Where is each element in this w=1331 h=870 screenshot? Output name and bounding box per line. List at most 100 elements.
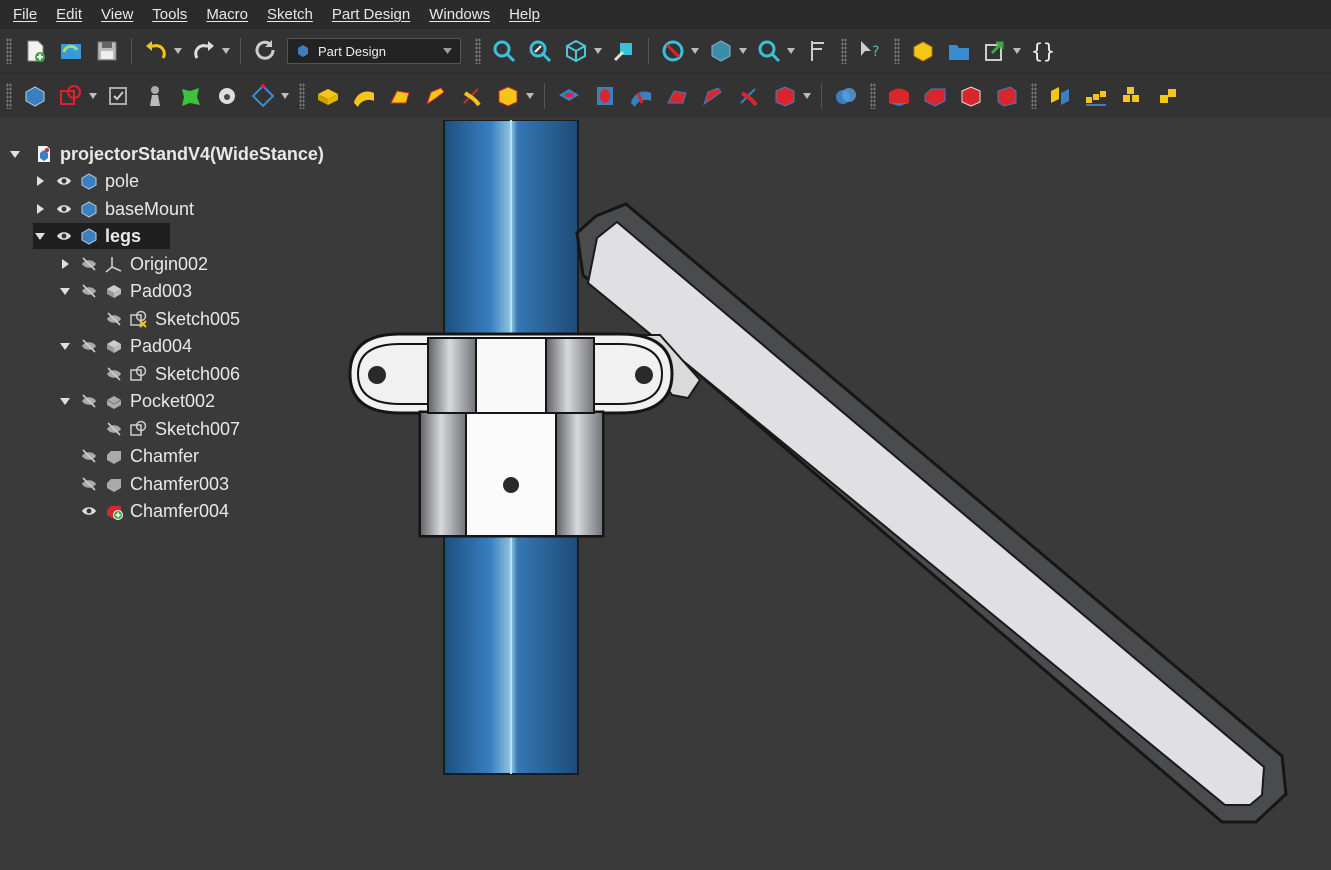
tree-item-sketch005[interactable]: Sketch005: [83, 306, 240, 332]
workbench-selector[interactable]: Part Design: [287, 38, 461, 64]
datum-dropdown[interactable]: [281, 92, 289, 100]
toolbar-grip[interactable]: [894, 38, 900, 64]
refresh-button[interactable]: [249, 35, 281, 67]
fit-all-button[interactable]: [488, 35, 520, 67]
subtractive-dropdown[interactable]: [803, 92, 811, 100]
measure-button[interactable]: [801, 35, 833, 67]
draw-style-button[interactable]: [657, 35, 689, 67]
draft-button[interactable]: [955, 80, 987, 112]
create-body-button[interactable]: [19, 80, 51, 112]
visibility-hidden-icon[interactable]: [80, 394, 98, 408]
menu-windows[interactable]: Windows: [422, 6, 497, 23]
menu-help[interactable]: Help: [502, 6, 547, 23]
zoom-dropdown[interactable]: [787, 47, 795, 55]
create-group-button[interactable]: [943, 35, 975, 67]
collapse-arrow-icon[interactable]: [58, 339, 72, 353]
visibility-hidden-icon[interactable]: [80, 257, 98, 271]
groove-button[interactable]: [625, 80, 657, 112]
fillet-button[interactable]: [883, 80, 915, 112]
link-dropdown[interactable]: [1013, 47, 1021, 55]
tree-item-origin002[interactable]: Origin002: [58, 251, 208, 277]
additive-helix-button[interactable]: [456, 80, 488, 112]
check-geometry-button[interactable]: [139, 80, 171, 112]
subtractive-loft-button[interactable]: [661, 80, 693, 112]
expand-arrow-icon[interactable]: [33, 174, 47, 188]
menu-view[interactable]: View: [94, 6, 140, 23]
tree-item-chamfer[interactable]: Chamfer: [58, 443, 199, 469]
subtractive-primitive-button[interactable]: [769, 80, 801, 112]
visibility-hidden-icon[interactable]: [80, 449, 98, 463]
additive-pipe-button[interactable]: [420, 80, 452, 112]
box-dropdown[interactable]: [739, 47, 747, 55]
measure-view-button[interactable]: [608, 35, 640, 67]
pocket-button[interactable]: [553, 80, 585, 112]
redo-dropdown[interactable]: [222, 47, 230, 55]
new-document-button[interactable]: [19, 35, 51, 67]
visibility-eye-icon[interactable]: [80, 504, 98, 518]
toolbar-grip[interactable]: [6, 83, 12, 109]
expand-arrow-icon[interactable]: [33, 229, 47, 243]
tree-item-basemount[interactable]: baseMount: [33, 196, 194, 222]
toolbar-grip[interactable]: [841, 38, 847, 64]
sketch-dropdown[interactable]: [89, 92, 97, 100]
undo-button[interactable]: [140, 35, 172, 67]
visibility-hidden-icon[interactable]: [105, 367, 123, 381]
create-part-button[interactable]: [907, 35, 939, 67]
shape-binder-button[interactable]: [175, 80, 207, 112]
menu-tools[interactable]: Tools: [145, 6, 194, 23]
isometric-view-button[interactable]: [560, 35, 592, 67]
mirrored-button[interactable]: [1044, 80, 1076, 112]
datum-plane-button[interactable]: [247, 80, 279, 112]
boolean-button[interactable]: [830, 80, 862, 112]
visibility-eye-icon[interactable]: [55, 229, 73, 243]
linear-pattern-button[interactable]: [1080, 80, 1112, 112]
tree-item-chamfer003[interactable]: Chamfer003: [58, 471, 229, 497]
chamfer-button[interactable]: [919, 80, 951, 112]
expand-arrow-icon[interactable]: [8, 147, 22, 161]
menu-macro[interactable]: Macro: [199, 6, 255, 23]
tree-root[interactable]: projectorStandV4(WideStance): [8, 141, 324, 167]
open-button[interactable]: [55, 35, 87, 67]
menu-edit[interactable]: Edit: [49, 6, 89, 23]
menu-part-design[interactable]: Part Design: [325, 6, 417, 23]
redo-button[interactable]: [188, 35, 220, 67]
visibility-eye-icon[interactable]: [55, 202, 73, 216]
toolbar-grip[interactable]: [870, 83, 876, 109]
collapse-arrow-icon[interactable]: [58, 394, 72, 408]
polar-pattern-button[interactable]: [1116, 80, 1148, 112]
collapse-arrow-icon[interactable]: [58, 284, 72, 298]
visibility-hidden-icon[interactable]: [80, 477, 98, 491]
visibility-hidden-icon[interactable]: [105, 312, 123, 326]
link-button[interactable]: [979, 35, 1011, 67]
tree-item-sketch007[interactable]: Sketch007: [83, 416, 240, 442]
expand-arrow-icon[interactable]: [33, 202, 47, 216]
validate-sketch-button[interactable]: [103, 80, 135, 112]
revolution-button[interactable]: [348, 80, 380, 112]
toolbar-grip[interactable]: [475, 38, 481, 64]
visibility-hidden-icon[interactable]: [80, 339, 98, 353]
zoom-button[interactable]: [753, 35, 785, 67]
menu-sketch[interactable]: Sketch: [260, 6, 320, 23]
multi-transform-button[interactable]: [1152, 80, 1184, 112]
tree-item-pole[interactable]: pole: [33, 168, 139, 194]
visibility-hidden-icon[interactable]: [105, 422, 123, 436]
thickness-button[interactable]: [991, 80, 1023, 112]
additive-dropdown[interactable]: [526, 92, 534, 100]
tree-item-chamfer004[interactable]: Chamfer004: [58, 498, 229, 524]
pad-button[interactable]: [312, 80, 344, 112]
create-sketch-button[interactable]: [55, 80, 87, 112]
subtractive-pipe-button[interactable]: [697, 80, 729, 112]
view-dropdown[interactable]: [594, 47, 602, 55]
save-button[interactable]: [91, 35, 123, 67]
tree-item-pocket002[interactable]: Pocket002: [58, 388, 215, 414]
tree-item-pad003[interactable]: Pad003: [58, 278, 192, 304]
tree-item-sketch006[interactable]: Sketch006: [83, 361, 240, 387]
visibility-hidden-icon[interactable]: [80, 284, 98, 298]
bounding-box-button[interactable]: [705, 35, 737, 67]
subtractive-helix-button[interactable]: [733, 80, 765, 112]
fit-selection-button[interactable]: [524, 35, 556, 67]
menu-file[interactable]: File: [6, 6, 44, 23]
toolbar-grip[interactable]: [6, 38, 12, 64]
whats-this-button[interactable]: ?: [854, 35, 886, 67]
toolbar-grip[interactable]: [1031, 83, 1037, 109]
